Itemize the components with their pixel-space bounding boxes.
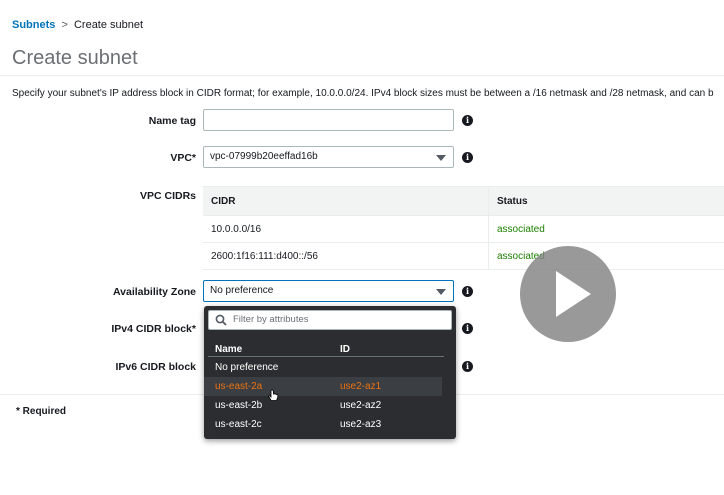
dropdown-column-name: Name (215, 344, 243, 355)
option-id: use2-az3 (340, 419, 382, 430)
option-name: us-east-2a (215, 381, 263, 392)
page-description: Specify your subnet's IP address block i… (12, 88, 714, 99)
option-name: No preference (215, 362, 279, 373)
dropdown-divider (208, 356, 444, 357)
option-id: use2-az1 (340, 381, 382, 392)
column-header-status: Status (497, 195, 528, 207)
column-header-cidr: CIDR (203, 187, 489, 215)
pointer-cursor-icon (268, 389, 279, 401)
search-icon (215, 314, 227, 326)
filter-input[interactable]: Filter by attributes (208, 310, 452, 330)
filter-placeholder: Filter by attributes (233, 314, 309, 325)
table-header: CIDR Status (203, 187, 724, 216)
dropdown-option-us-east-2b[interactable]: us-east-2b use2-az2 (204, 396, 442, 415)
availability-zone-value: No preference (210, 285, 274, 296)
info-icon[interactable]: i (462, 286, 473, 297)
name-tag-label: Name tag (148, 115, 196, 127)
availability-zone-label: Availability Zone (112, 286, 196, 298)
dropdown-option-no-preference[interactable]: No preference (204, 358, 442, 377)
option-name: us-east-2b (215, 400, 263, 411)
info-icon[interactable]: i (462, 152, 473, 163)
option-id: use2-az2 (340, 400, 382, 411)
ipv6-cidr-label: IPv6 CIDR block (115, 361, 196, 373)
breadcrumb-link-subnets[interactable]: Subnets (12, 19, 55, 31)
availability-zone-dropdown: Filter by attributes Name ID No preferen… (204, 306, 456, 439)
status-cell: associated (497, 223, 545, 235)
breadcrumb-separator: > (61, 19, 68, 31)
availability-zone-select[interactable]: No preference (203, 280, 454, 302)
breadcrumb-current: Create subnet (73, 19, 144, 31)
info-icon[interactable]: i (462, 115, 473, 126)
info-icon[interactable]: i (462, 323, 473, 334)
play-button[interactable] (520, 246, 616, 342)
dropdown-option-us-east-2c[interactable]: us-east-2c use2-az3 (204, 415, 442, 434)
cidr-cell: 10.0.0.0/16 (203, 216, 489, 242)
chevron-down-icon (436, 155, 446, 161)
vpc-select[interactable]: vpc-07999b20eeffad16b (203, 146, 454, 168)
ipv4-cidr-label: IPv4 CIDR block* (111, 323, 196, 335)
dropdown-option-us-east-2a[interactable]: us-east-2a use2-az1 (204, 377, 442, 396)
name-tag-input[interactable] (203, 109, 454, 131)
table-row: 2600:1f16:111:d400::/56 associated (203, 243, 724, 270)
play-icon (556, 271, 591, 317)
table-row: 10.0.0.0/16 associated (203, 216, 724, 243)
vpc-cidrs-label: VPC CIDRs (139, 190, 196, 202)
vpc-select-value: vpc-07999b20eeffad16b (210, 151, 318, 162)
info-icon[interactable]: i (462, 361, 473, 372)
required-note: * Required (16, 406, 67, 417)
page-title: Create subnet (12, 47, 138, 69)
cidr-cell: 2600:1f16:111:d400::/56 (203, 243, 489, 269)
dropdown-column-id: ID (340, 344, 350, 355)
dropdown-header: Name ID (204, 340, 456, 356)
chevron-down-icon (436, 289, 446, 295)
breadcrumb: Subnets > Create subnet (12, 19, 143, 31)
vpc-cidrs-table: CIDR Status 10.0.0.0/16 associated 2600:… (203, 186, 724, 270)
option-name: us-east-2c (215, 419, 262, 430)
vpc-label: VPC* (170, 152, 196, 164)
title-divider (0, 75, 724, 76)
